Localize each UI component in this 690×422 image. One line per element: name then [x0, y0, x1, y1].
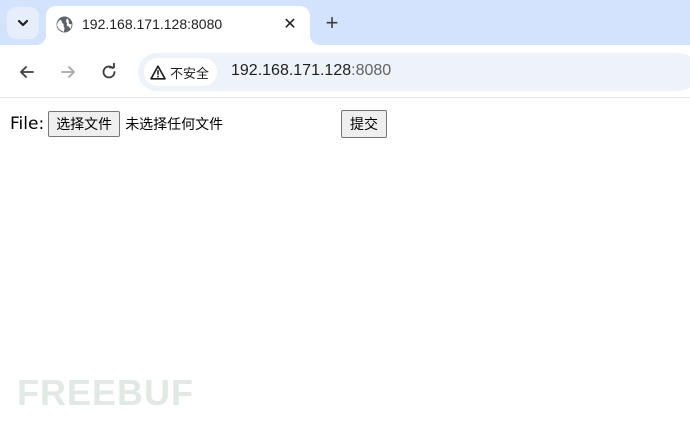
tab-strip: 192.168.171.128:8080 ✕ + — [0, 0, 690, 45]
forward-button[interactable] — [55, 59, 81, 85]
reload-button[interactable] — [96, 59, 122, 85]
new-tab-button[interactable]: + — [320, 11, 344, 35]
arrow-left-icon — [20, 66, 34, 78]
active-tab[interactable]: 192.168.171.128:8080 ✕ — [36, 6, 320, 45]
globe-icon — [56, 16, 73, 33]
chevron-down-icon — [17, 19, 29, 27]
file-status-text: 未选择任何文件 — [125, 117, 224, 133]
arrow-right-icon — [61, 66, 75, 78]
address-bar[interactable]: 不安全 192.168.171.128:8080 — [138, 53, 690, 91]
choose-file-button[interactable]: 选择文件 — [48, 111, 121, 137]
back-button[interactable] — [14, 59, 40, 85]
watermark-text: FREEBUF — [17, 372, 194, 413]
upload-form: File: 选择文件 未选择任何文件 — [10, 111, 223, 137]
warning-triangle-icon — [150, 64, 166, 80]
tab-title: 192.168.171.128:8080 — [82, 16, 223, 32]
submit-button[interactable]: 提交 — [341, 110, 387, 138]
close-tab-icon[interactable]: ✕ — [280, 14, 300, 34]
security-label: 不安全 — [170, 65, 210, 81]
file-label: File: — [10, 114, 45, 134]
url-host: 192.168.171.128 — [231, 62, 352, 79]
freebuf-watermark: FREEBUF — [17, 375, 194, 411]
security-indicator[interactable]: 不安全 — [144, 58, 218, 86]
tab-search-button[interactable] — [7, 7, 39, 39]
url-text[interactable]: 192.168.171.128:8080 — [231, 62, 391, 80]
url-port: :8080 — [351, 62, 392, 79]
browser-toolbar: 不安全 192.168.171.128:8080 — [0, 45, 690, 98]
reload-icon — [102, 63, 116, 79]
